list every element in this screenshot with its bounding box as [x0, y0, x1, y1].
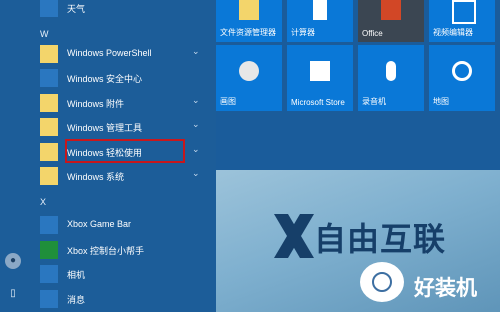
folder-icon [40, 45, 58, 63]
app-label: Windows 附件 [67, 99, 125, 109]
app-windows-system[interactable]: Windows 系统 ⌄ [28, 164, 216, 188]
app-messaging[interactable]: 消息 [28, 287, 216, 311]
tile-microsoft-store[interactable]: Microsoft Store [287, 45, 353, 111]
app-windows-accessories[interactable]: Windows 附件 ⌄ [28, 91, 216, 115]
start-menu: ● ▯ 天气 W Windows PowerShell ⌄ Windows 安全… [0, 0, 216, 312]
tile-office[interactable]: Office [358, 0, 424, 42]
tile-file-explorer[interactable]: 文件资源管理器 [216, 0, 282, 42]
folder-icon [40, 118, 58, 136]
tile-label: 录音机 [362, 97, 386, 106]
watermark-brand2-text: 好装机 [414, 277, 477, 300]
folder-icon [40, 94, 58, 112]
app-label: Windows 系统 [67, 172, 125, 182]
tile-label: 视频编辑器 [433, 28, 473, 37]
tile-label: Microsoft Store [291, 98, 345, 107]
microphone-icon [386, 61, 396, 81]
tile-label: 地图 [433, 97, 449, 106]
app-camera[interactable]: 相机 [28, 262, 216, 286]
chevron-down-icon[interactable]: ⌄ [192, 46, 200, 57]
tile-calculator[interactable]: 计算器 [287, 0, 353, 42]
tile-label: 文件资源管理器 [220, 28, 276, 37]
chevron-down-icon[interactable]: ⌄ [192, 95, 200, 106]
start-rail: ● ▯ [0, 0, 28, 312]
app-label: Windows PowerShell [67, 48, 152, 58]
app-label: Windows 安全中心 [67, 74, 143, 84]
app-windows-admin-tools[interactable]: Windows 管理工具 ⌄ [28, 115, 216, 139]
section-letter-x[interactable]: X [40, 197, 46, 207]
app-windows-security-center[interactable]: Windows 安全中心 [28, 66, 216, 90]
app-label: Xbox 控制台小帮手 [67, 246, 145, 256]
highlight-box [65, 139, 185, 163]
weather-icon [40, 0, 58, 17]
user-avatar-icon[interactable]: ● [5, 253, 21, 269]
app-label: 相机 [67, 270, 86, 280]
tile-paint[interactable]: 画图 [216, 45, 282, 111]
camera-icon [40, 265, 58, 283]
chevron-down-icon[interactable]: ⌄ [192, 144, 200, 155]
tile-label: Office [362, 29, 383, 38]
app-weather-label: 天气 [67, 4, 86, 14]
message-icon [40, 290, 58, 308]
palette-icon [239, 61, 259, 81]
tile-video-editor[interactable]: 视频编辑器 [429, 0, 495, 42]
tile-maps[interactable]: 地图 [429, 45, 495, 111]
folder-icon [40, 167, 58, 185]
app-label: Xbox Game Bar [67, 219, 132, 229]
shield-icon [40, 69, 58, 87]
app-xbox-console-companion[interactable]: Xbox 控制台小帮手 [28, 238, 216, 262]
xbox-icon [40, 216, 58, 234]
watermark-logo-icon [372, 272, 392, 292]
calculator-icon [313, 0, 327, 20]
app-label: Windows 管理工具 [67, 123, 143, 133]
tile-voice-recorder[interactable]: 录音机 [358, 45, 424, 111]
app-label: 消息 [67, 295, 86, 305]
app-list: 天气 W Windows PowerShell ⌄ Windows 安全中心 W… [28, 0, 216, 312]
office-icon [381, 0, 401, 20]
watermark-brand-text: 自由互联 [314, 221, 447, 257]
store-icon [310, 61, 330, 81]
app-windows-powershell[interactable]: Windows PowerShell ⌄ [28, 42, 216, 66]
tile-label: 计算器 [291, 28, 315, 37]
section-letter-w[interactable]: W [40, 29, 49, 39]
tile-grid: 文件资源管理器 计算器 Office 视频编辑器 画图 Microsoft St… [216, 0, 500, 170]
map-pin-icon [452, 61, 472, 81]
app-weather[interactable]: 天气 [28, 0, 216, 20]
watermark-x-logo-icon [274, 214, 314, 258]
image-icon [452, 0, 476, 24]
folder-icon [40, 143, 58, 161]
chevron-down-icon[interactable]: ⌄ [192, 119, 200, 130]
folder-icon [239, 0, 259, 20]
document-icon[interactable]: ▯ [5, 286, 21, 302]
xbox-companion-icon [40, 241, 58, 259]
tile-label: 画图 [220, 97, 236, 106]
chevron-down-icon[interactable]: ⌄ [192, 168, 200, 179]
app-xbox-game-bar[interactable]: Xbox Game Bar [28, 213, 216, 237]
